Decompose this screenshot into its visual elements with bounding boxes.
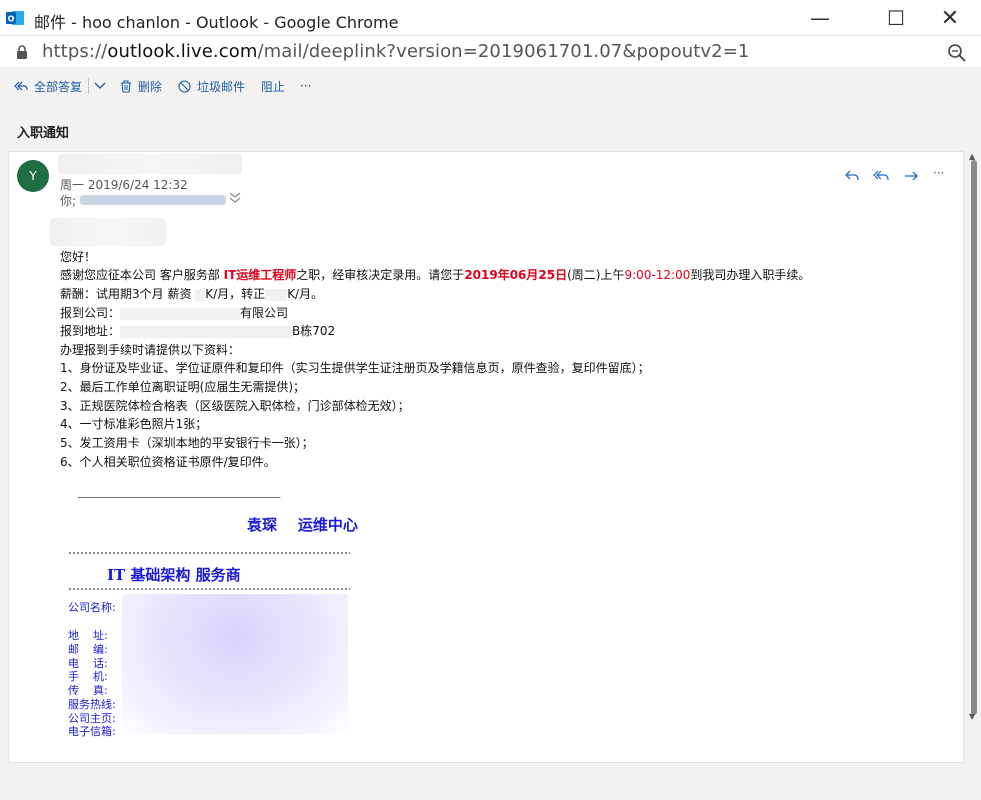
trash-icon xyxy=(121,79,131,93)
greeting-text: 您好！ xyxy=(60,250,97,264)
minimize-button[interactable]: — xyxy=(797,0,843,36)
address-suffix: B栋702 xyxy=(292,324,336,338)
more-icon: ··· xyxy=(300,79,312,93)
subject-area: 入职通知 xyxy=(0,104,981,150)
address-line: 报到地址： B栋702 xyxy=(60,322,335,339)
signature-dotted-rule xyxy=(68,551,350,555)
materials-item-1: 1、身份证及毕业证、学位证原件和复印件（实习生提供学生证注册页及学籍信息页，原件… xyxy=(60,361,650,375)
salary-text-b: K/月，转正 xyxy=(205,287,266,301)
reply-all-icon xyxy=(14,81,28,91)
salary-text-c: K/月。 xyxy=(287,287,324,301)
salary-text-a: 薪酬：试用期3个月 薪资 xyxy=(60,287,196,301)
reply-all-label: 全部答复 xyxy=(34,79,83,94)
message-date: 周一 2019/6/24 12:32 xyxy=(60,178,188,192)
reply-all-button[interactable]: 全部答复 xyxy=(14,68,82,104)
offer-text-d: 到我司办理入职手续。 xyxy=(690,268,811,282)
offer-text-a: 感谢您应征本公司 客户服务部 xyxy=(60,268,224,282)
delete-button[interactable]: 删除 xyxy=(120,68,162,104)
command-toolbar: 全部答复 删除 垃圾邮件 阻止 ··· xyxy=(0,68,981,104)
block-circle-icon xyxy=(178,79,191,93)
job-title: IT运维工程师 xyxy=(223,268,297,282)
junk-button[interactable]: 垃圾邮件 xyxy=(178,68,245,104)
window-title: 邮件 - hoo chanlon - Outlook - Google Chro… xyxy=(34,13,399,32)
signature-dotted-rule xyxy=(68,587,350,591)
redacted-contact-details xyxy=(122,594,348,734)
close-button[interactable]: ✕ xyxy=(927,0,973,36)
offer-text-b: 之职，经审核决定录用。请您于 xyxy=(296,268,465,282)
materials-intro: 办理报到手续时请提供以下资料： xyxy=(60,343,241,357)
message-more-button[interactable]: ··· xyxy=(933,166,949,182)
redacted-company xyxy=(120,307,241,320)
materials-item-6: 6、个人相关职位资格证书原件/复印件。 xyxy=(60,455,276,469)
address-label: 报到地址： xyxy=(60,324,121,338)
scroll-down-arrow[interactable]: ▼ xyxy=(969,712,975,721)
sender-avatar[interactable]: Y xyxy=(17,160,49,192)
start-time: 9:00-12:00 xyxy=(624,268,691,282)
redacted-recipient-name xyxy=(50,218,166,246)
redacted-salary-regular xyxy=(265,288,288,301)
start-date: 2019年06月25日 xyxy=(464,268,568,282)
reply-all-icon[interactable] xyxy=(873,168,889,184)
company-line: 报到公司： 有限公司 xyxy=(60,304,288,321)
offer-text-c: (周二)上午 xyxy=(567,268,625,282)
block-label: 阻止 xyxy=(261,79,286,94)
company-suffix: 有限公司 xyxy=(240,306,289,320)
reply-icon[interactable] xyxy=(844,168,860,184)
offer-line: 感谢您应征本公司 客户服务部 IT运维工程师之职，经审核决定录用。请您于2019… xyxy=(60,266,810,283)
svg-text:O: O xyxy=(8,15,15,24)
redacted-recipient xyxy=(80,195,226,205)
toolbar-divider xyxy=(88,78,89,94)
reply-options-dropdown[interactable] xyxy=(94,68,106,104)
redacted-sender-name xyxy=(58,154,242,174)
maximize-button[interactable]: ☐ xyxy=(873,0,919,36)
salary-line: 薪酬：试用期3个月 薪资 K/月，转正 K/月。 xyxy=(60,285,323,302)
lock-icon xyxy=(17,45,27,59)
forward-icon[interactable] xyxy=(903,168,919,184)
outlook-icon: O xyxy=(6,11,24,25)
zoom-icon[interactable] xyxy=(947,43,967,63)
address-bar[interactable]: https://outlook.live.com/mail/deeplink?v… xyxy=(0,36,981,68)
scrollbar-thumb[interactable] xyxy=(971,160,977,715)
url-path: /mail/deeplink?version=2019061701.07&pop… xyxy=(257,41,750,62)
materials-item-4: 4、一寸标准彩色照片1张； xyxy=(60,417,208,431)
materials-item-2: 2、最后工作单位离职证明(应届生无需提供)； xyxy=(60,380,305,394)
title-bar: O 邮件 - hoo chanlon - Outlook - Google Ch… xyxy=(0,0,981,36)
chevron-down-icon xyxy=(94,82,106,89)
signature-divider: ———————————————————————————— xyxy=(78,490,281,504)
expand-recipients-icon[interactable] xyxy=(228,191,242,205)
junk-label: 垃圾邮件 xyxy=(197,79,246,94)
delete-label: 删除 xyxy=(138,79,163,94)
signature-name: 袁琛 运维中心 xyxy=(247,516,358,534)
redacted-address xyxy=(120,325,293,338)
signature-company: IT 基础架构 服务商 xyxy=(107,566,241,584)
company-label: 报到公司： xyxy=(60,306,121,320)
sig-label-email: 电子信箱: xyxy=(68,725,116,738)
sig-label-company: 公司名称: xyxy=(68,601,116,614)
block-sender-button[interactable]: 阻止 xyxy=(261,68,285,104)
url-prefix: https:// xyxy=(42,41,108,62)
materials-item-3: 3、正规医院体检合格表（区级医院入职体检，门诊部体检无效）； xyxy=(60,399,410,413)
url-text[interactable]: https://outlook.live.com/mail/deeplink?v… xyxy=(42,41,749,62)
recipient-label: 你; xyxy=(60,194,77,208)
materials-item-5: 5、发工资用卡（深圳本地的平安银行卡一张）； xyxy=(60,436,314,450)
message-subject: 入职通知 xyxy=(17,126,70,141)
redacted-salary xyxy=(195,288,206,301)
url-host: outlook.live.com xyxy=(107,41,258,62)
more-actions-button[interactable]: ··· xyxy=(300,68,311,104)
